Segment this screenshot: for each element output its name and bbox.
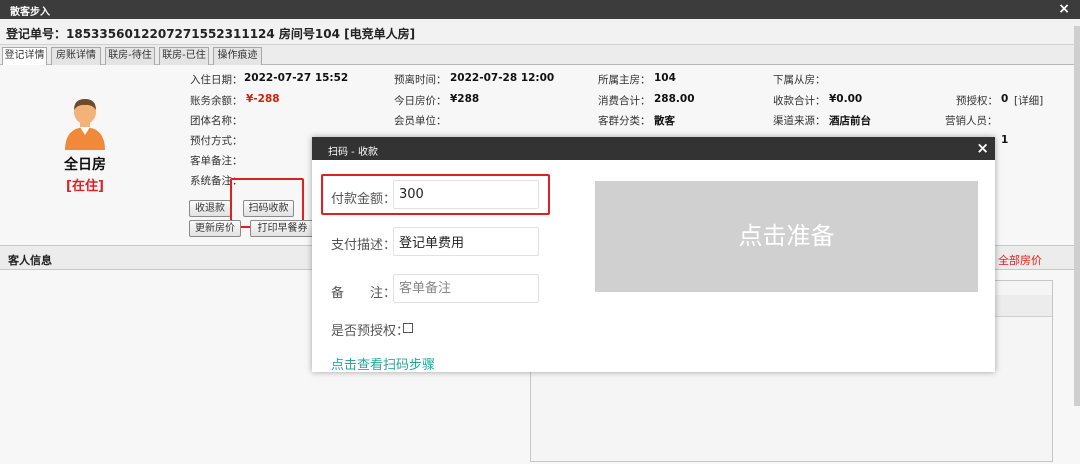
guest-info-title: 客人信息: [8, 254, 52, 267]
departure-label: 预离时间：: [394, 74, 447, 86]
consume-total-value: 288.00: [654, 93, 695, 105]
preauth-detail-link[interactable]: [详细]: [1014, 93, 1043, 108]
sub-room-label: 下属从房：: [773, 74, 826, 86]
channel-label: 渠道来源：: [773, 115, 826, 127]
departure-value: 2022-07-28 12:00: [450, 72, 555, 84]
guest-class-label: 客群分类：: [598, 115, 651, 127]
update-price-button[interactable]: 更新房价: [189, 220, 241, 237]
tab-linked-checked[interactable]: 联房-已住: [159, 47, 209, 65]
note-input[interactable]: [393, 274, 539, 303]
member-unit-label: 会员单位：: [394, 115, 447, 127]
all-room-prices-link[interactable]: 全部房价: [998, 252, 1042, 268]
checkin-date-label: 入住日期：: [190, 74, 243, 86]
window-titlebar: 散客步入 ×: [0, 0, 1080, 19]
dialog-titlebar: 扫码 - 收款 ×: [312, 137, 995, 160]
tab-operation-log[interactable]: 操作痕迹: [213, 47, 262, 65]
received-total-label: 收款合计：: [773, 95, 826, 107]
tab-linked-pending[interactable]: 联房-待住: [105, 47, 155, 65]
window-close-icon[interactable]: ×: [1058, 1, 1070, 17]
balance-value: ¥-288: [246, 93, 280, 105]
pay-desc-input[interactable]: [393, 227, 539, 256]
registration-number: 登记单号：1853356012207271552311124 房间号104 [电…: [6, 27, 416, 41]
dialog-title: 扫码 - 收款: [328, 147, 378, 158]
tab-checkin-detail[interactable]: 登记详情: [2, 47, 47, 65]
print-breakfast-button[interactable]: 打印早餐券: [250, 220, 315, 237]
scan-steps-link[interactable]: 点击查看扫码步骤: [331, 354, 435, 373]
prepay-method-label: 预付方式：: [190, 135, 243, 147]
preauth-checkbox-label: 是否预授权：: [331, 324, 410, 339]
amount-highlight: [321, 174, 550, 215]
page-scrollbar[interactable]: [1074, 26, 1080, 406]
tab-bar: 登记详情 房账详情 联房-待住 联房-已住 操作痕迹: [0, 45, 1080, 65]
pay-desc-label: 支付描述：: [331, 238, 397, 253]
channel-value: 酒店前台: [829, 115, 871, 127]
window-title: 散客步入: [10, 7, 50, 18]
registration-header: 登记单号：1853356012207271552311124 房间号104 [电…: [0, 19, 1080, 45]
main-room-value: 104: [654, 72, 676, 84]
consume-total-label: 消费合计：: [598, 95, 651, 107]
today-price-value: ¥288: [450, 93, 480, 105]
preauth-checkbox[interactable]: [403, 323, 413, 333]
note-label: 备 注：: [331, 286, 397, 301]
room-type: 全日房: [64, 157, 106, 173]
checkin-date-value: 2022-07-27 15:52: [244, 72, 349, 84]
sales-person-label: 营销人员：: [945, 115, 998, 127]
balance-label: 账务余额：: [190, 95, 243, 107]
scan-pay-dialog: 扫码 - 收款 × 付款金额： 支付描述： 备 注： 是否预授权： 点击查看扫码…: [312, 137, 995, 373]
tab-room-account[interactable]: 房账详情: [51, 47, 101, 65]
refund-button[interactable]: 收退款: [189, 200, 231, 217]
room-status: [在住]: [66, 179, 104, 194]
preauth-label: 预授权：: [956, 95, 998, 107]
received-total-value: ¥0.00: [829, 93, 863, 105]
main-room-label: 所属主房：: [598, 74, 651, 86]
guest-class-value: 散客: [654, 115, 675, 127]
guest-avatar-icon: [65, 99, 105, 150]
guest-count-value: 1: [1001, 134, 1009, 146]
dialog-close-icon[interactable]: ×: [976, 139, 989, 157]
guest-note-label: 客单备注：: [190, 155, 243, 167]
today-price-label: 今日房价：: [394, 95, 447, 107]
qr-prepare-area[interactable]: 点击准备: [595, 181, 978, 292]
preauth-value: 0: [1001, 93, 1009, 105]
group-name-label: 团体名称：: [190, 115, 243, 127]
